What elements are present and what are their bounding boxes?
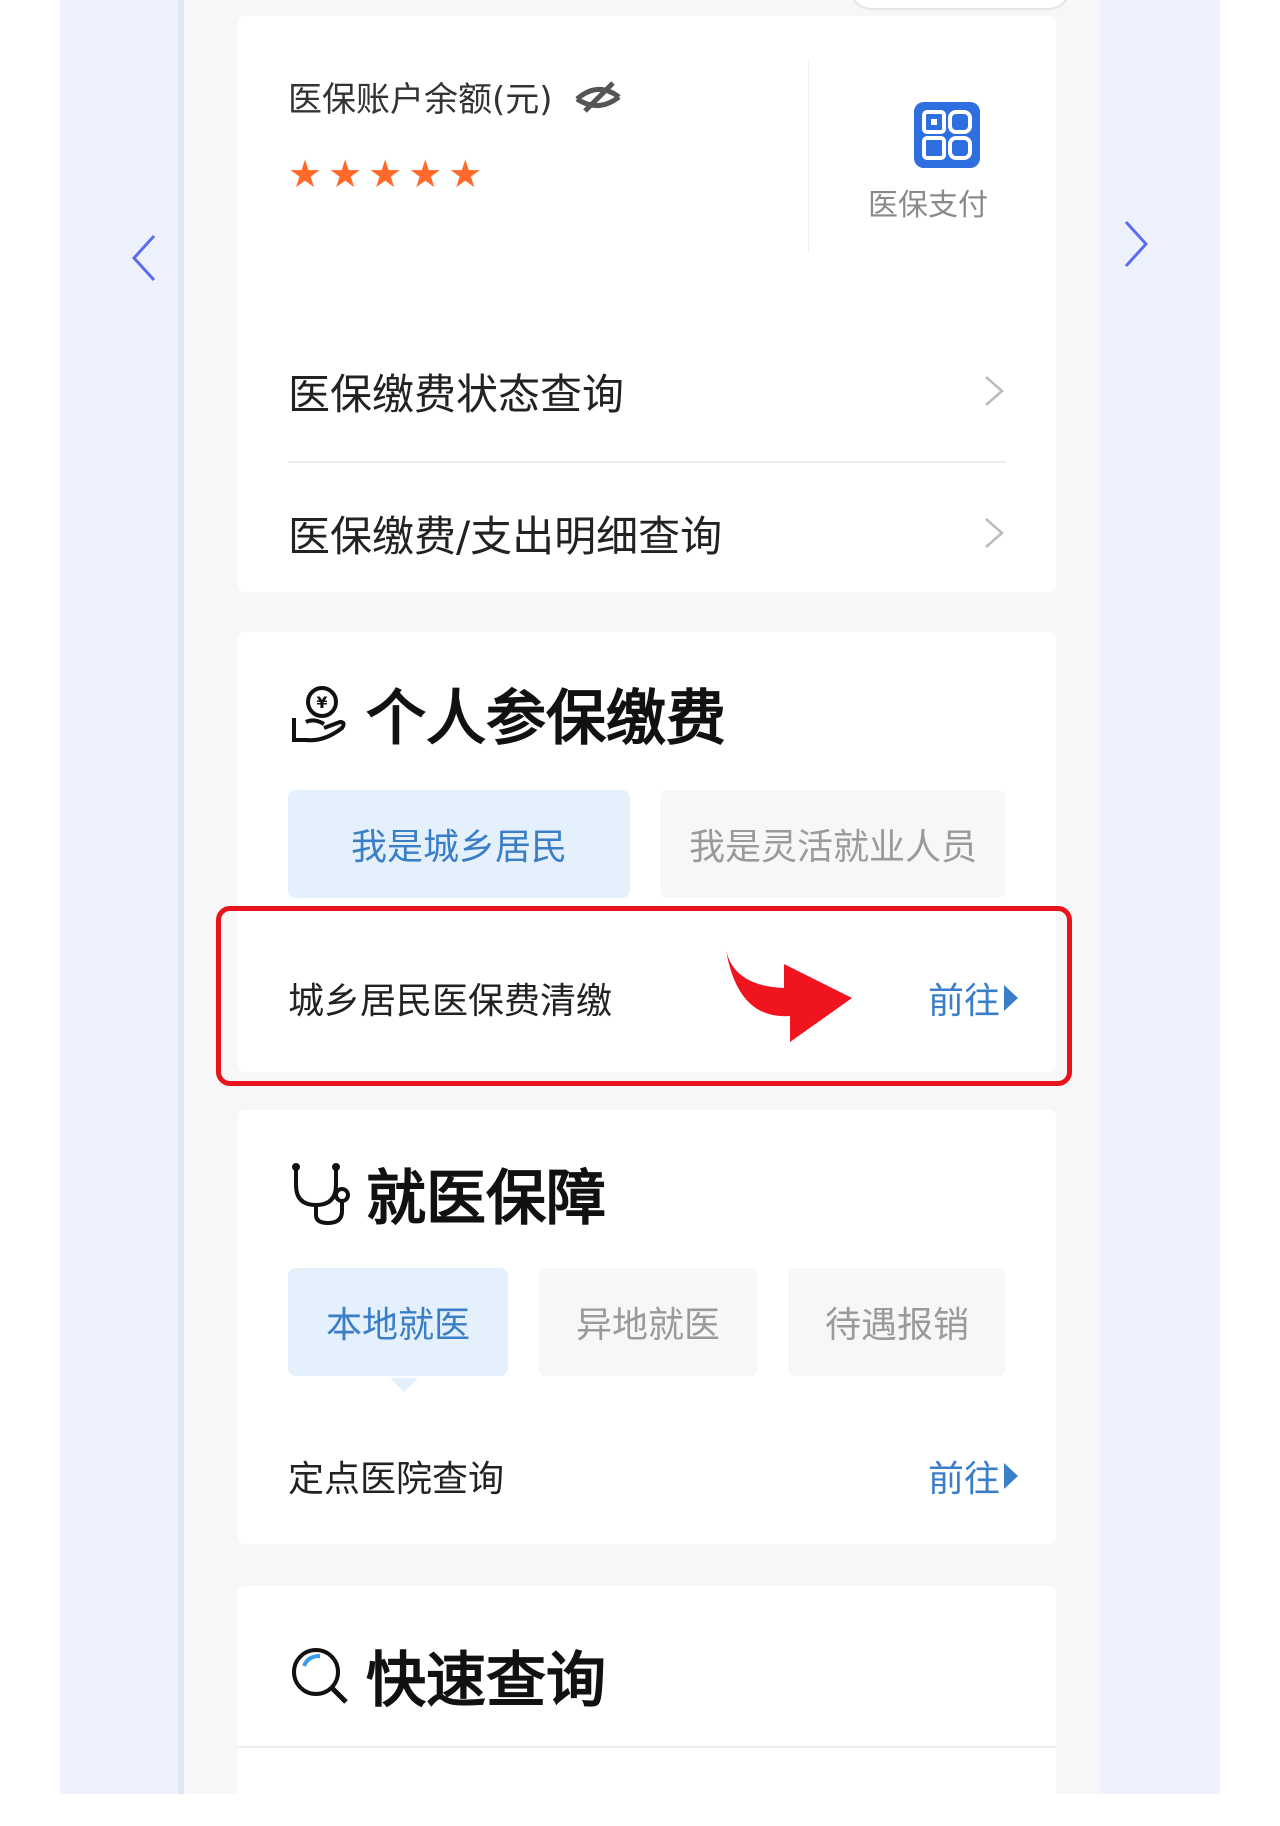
search-icon xyxy=(292,1647,348,1704)
eye-hidden-icon[interactable] xyxy=(573,79,623,115)
tab-flexible-employed[interactable]: 我是灵活就业人员 xyxy=(660,790,1006,898)
medical-card: 就医保障 本地就医 异地就医 待遇报销 定点医院查询 前往 xyxy=(238,1110,1056,1544)
menu-label: 医保缴费/支出明细查询 xyxy=(288,511,723,561)
caret-right-icon xyxy=(1004,1463,1018,1489)
balance-label-text: 医保账户余额(元) xyxy=(288,80,553,120)
tab-label: 我是城乡居民 xyxy=(350,827,567,868)
chevron-right-icon xyxy=(985,376,1004,406)
medical-title-text: 就医保障 xyxy=(366,1164,606,1234)
query-title-text: 快速查询 xyxy=(366,1646,606,1716)
balance-masked: ★★★★★ xyxy=(288,152,489,196)
medical-section-title: 就医保障 xyxy=(288,1150,606,1237)
tab-label: 异地就医 xyxy=(575,1305,720,1346)
balance-label: 医保账户余额(元) xyxy=(288,72,623,121)
query-section-title: 快速查询 xyxy=(288,1632,606,1719)
query-card: 快速查询 xyxy=(238,1586,1056,1826)
tab-label: 本地就医 xyxy=(325,1305,470,1346)
medical-pay-label: 医保支付 xyxy=(868,188,988,223)
goto-link[interactable]: 前往 xyxy=(928,1450,1018,1502)
goto-label: 前往 xyxy=(927,1459,1000,1500)
tab-reimbursement[interactable]: 待遇报销 xyxy=(788,1268,1006,1376)
red-arrow-icon xyxy=(726,950,852,1042)
highlight-box xyxy=(216,906,1072,1086)
qr-code-icon xyxy=(914,102,980,168)
insure-title-text: 个人参保缴费 xyxy=(366,684,726,754)
menu-payment-detail[interactable]: 医保缴费/支出明细查询 xyxy=(288,463,1006,603)
chevron-right-icon xyxy=(985,518,1004,548)
tab-offsite-medical[interactable]: 异地就医 xyxy=(538,1268,758,1376)
svg-text:¥: ¥ xyxy=(316,693,327,712)
chevron-left-icon[interactable] xyxy=(126,228,166,288)
tab-local-medical[interactable]: 本地就医 xyxy=(288,1268,508,1376)
tab-urban-rural-resident[interactable]: 我是城乡居民 xyxy=(288,790,630,898)
medical-pay-button[interactable]: 医保支付 xyxy=(868,84,1018,264)
row-label: 定点医院查询 xyxy=(288,1459,505,1500)
insure-section-title: ¥ 个人参保缴费 xyxy=(288,670,726,757)
menu-label: 医保缴费状态查询 xyxy=(288,369,625,419)
divider xyxy=(808,62,809,252)
tab-pointer xyxy=(390,1378,418,1392)
insurance-hand-icon: ¥ xyxy=(292,685,346,742)
tab-label: 我是灵活就业人员 xyxy=(688,827,977,868)
divider xyxy=(238,1746,1056,1748)
tab-label: 待遇报销 xyxy=(824,1305,969,1346)
stethoscope-icon xyxy=(292,1162,350,1225)
account-card: 医保账户余额(元) ★★★★★ 医保支付 医保缴费状态查询 医保缴费/支出明细查… xyxy=(238,16,1056,592)
top-pill xyxy=(848,0,1072,10)
chevron-right-icon[interactable] xyxy=(1116,214,1156,274)
designated-hospital-row[interactable]: 定点医院查询 前往 xyxy=(288,1436,1018,1516)
menu-payment-status[interactable]: 医保缴费状态查询 xyxy=(288,321,1006,463)
